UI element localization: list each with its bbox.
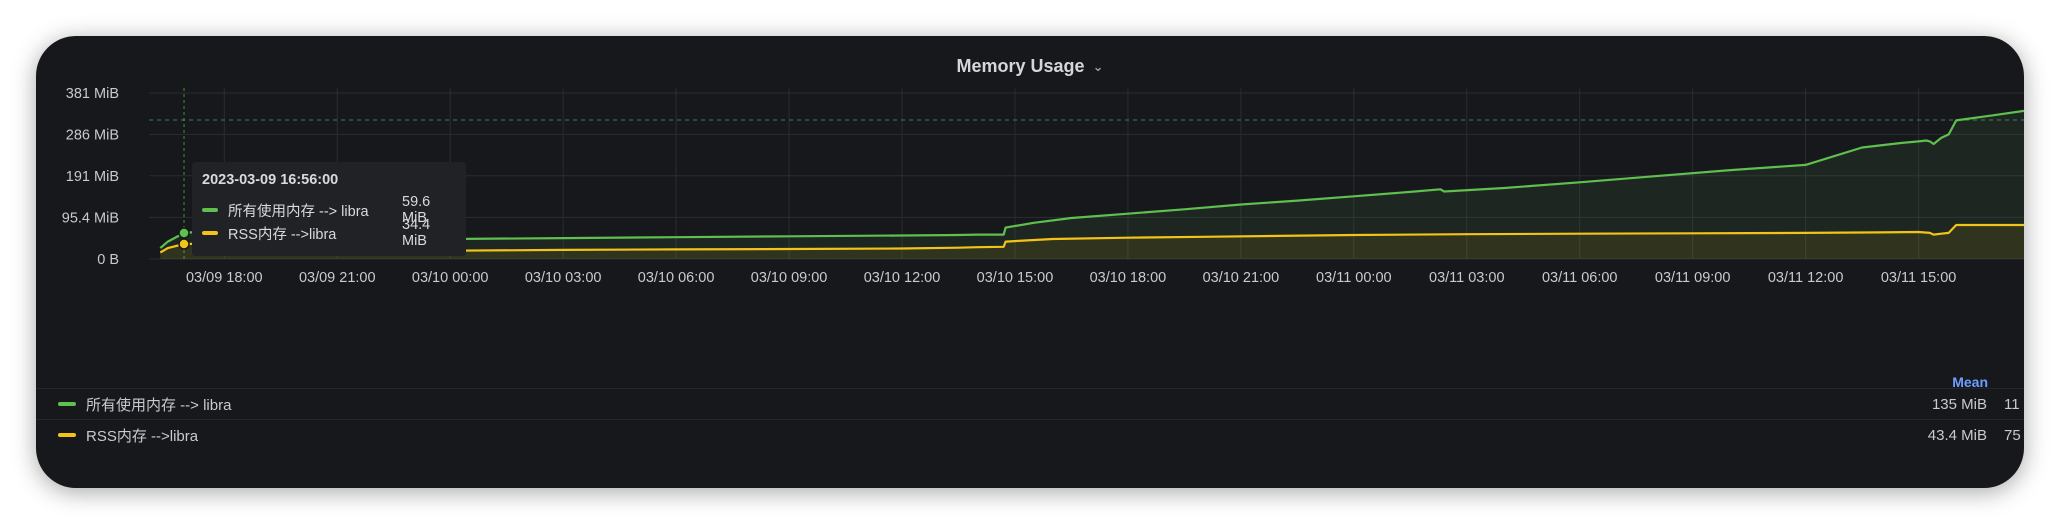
x-tick-label: 03/09 18:00 xyxy=(186,270,263,286)
tooltip-series-value: 34.4 MiB xyxy=(402,217,431,249)
tooltip-series-name: RSS内存 -->libra xyxy=(228,226,337,243)
tooltip-swatch-green xyxy=(202,208,218,212)
y-tick-label: 95.4 MiB xyxy=(62,210,119,226)
x-tick-label: 03/11 06:00 xyxy=(1542,270,1618,286)
x-tick-label: 03/10 06:00 xyxy=(638,270,715,286)
x-tick-label: 03/09 21:00 xyxy=(299,270,376,286)
legend-series-name[interactable]: RSS内存 -->libra xyxy=(86,425,198,446)
x-tick-label: 03/11 00:00 xyxy=(1316,270,1392,286)
x-tick-label: 03/10 21:00 xyxy=(1203,270,1280,286)
x-tick-label: 03/11 15:00 xyxy=(1881,270,1957,286)
legend-table: 所有使用内存 --> libra 135 MiB 11 RSS内存 -->lib… xyxy=(36,388,2024,450)
hover-point-0 xyxy=(178,227,190,239)
memory-usage-panel: Memory Usage ⌄ 0 B 95.4 MiB 191 MiB 286 MiB… xyxy=(36,36,2024,488)
x-tick-label: 03/10 00:00 xyxy=(412,270,489,286)
y-tick-label: 191 MiB xyxy=(66,169,119,185)
hover-tooltip: 2023-03-09 16:56:00 所有使用内存 --> libra 59.… xyxy=(192,162,466,256)
legend-max-value: 75 xyxy=(2004,426,2021,444)
tooltip-time: 2023-03-09 16:56:00 xyxy=(202,172,339,188)
x-tick-label: 03/10 12:00 xyxy=(864,270,941,286)
legend-mean-value: 43.4 MiB xyxy=(1927,426,1987,444)
y-tick-label: 381 MiB xyxy=(66,86,119,102)
legend-row[interactable]: RSS内存 -->libra 43.4 MiB 75 xyxy=(36,419,2024,450)
legend-row[interactable]: 所有使用内存 --> libra 135 MiB 11 xyxy=(36,388,2024,419)
hover-point-1 xyxy=(178,238,190,250)
legend-series-name[interactable]: 所有使用内存 --> libra xyxy=(86,394,231,415)
x-tick-label: 03/11 12:00 xyxy=(1768,270,1844,286)
x-tick-label: 03/11 09:00 xyxy=(1655,270,1731,286)
y-tick-label: 286 MiB xyxy=(66,127,119,143)
tooltip-swatch-yellow xyxy=(202,231,218,235)
y-tick-label: 0 B xyxy=(97,252,119,268)
tooltip-series-name: 所有使用内存 --> libra xyxy=(228,203,369,220)
legend-swatch-yellow xyxy=(58,433,76,437)
legend-swatch-green xyxy=(58,402,76,406)
x-tick-label: 03/10 03:00 xyxy=(525,270,602,286)
x-tick-label: 03/10 09:00 xyxy=(751,270,828,286)
legend-mean-value: 135 MiB xyxy=(1931,395,1987,413)
x-tick-label: 03/10 18:00 xyxy=(1090,270,1167,286)
tooltip-row: RSS内存 -->libra 34.4 MiB xyxy=(202,217,456,249)
x-tick-label: 03/11 03:00 xyxy=(1429,270,1505,286)
x-tick-label: 03/10 15:00 xyxy=(977,270,1054,286)
legend-max-value: 11 xyxy=(2004,395,2020,413)
